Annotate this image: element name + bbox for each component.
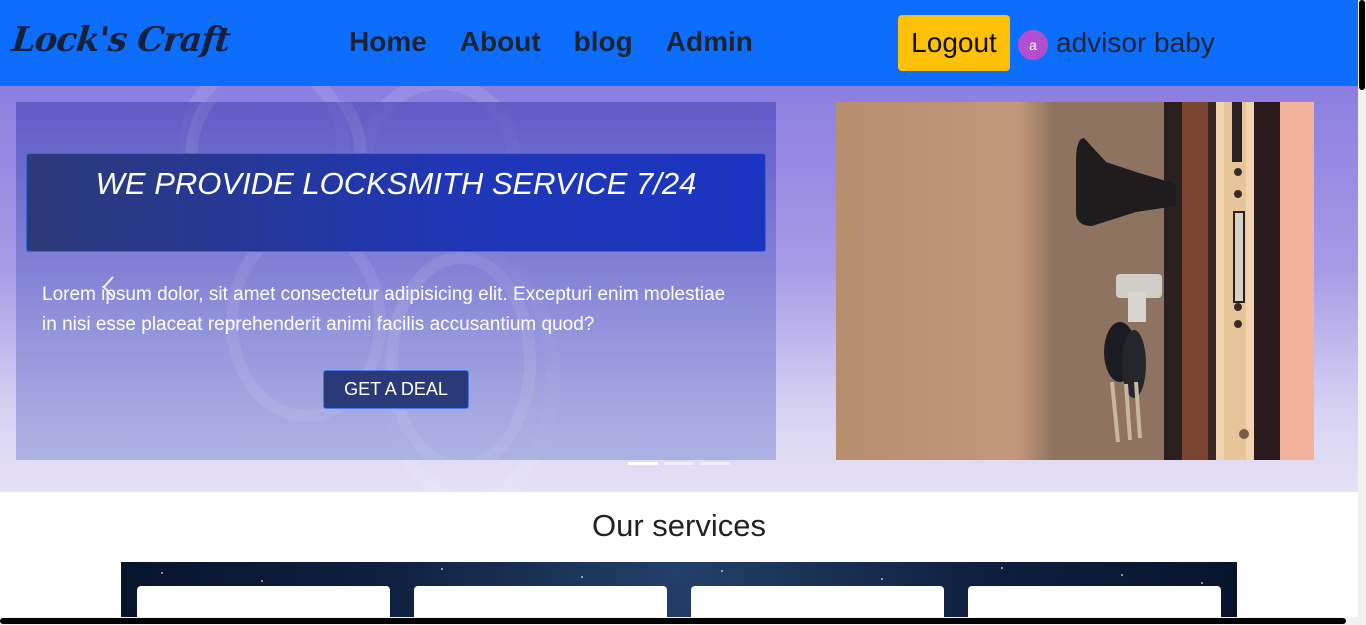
logout-button[interactable]: Logout bbox=[898, 15, 1010, 71]
carousel-indicator-2[interactable] bbox=[664, 462, 694, 465]
username[interactable]: advisor baby bbox=[1056, 27, 1215, 59]
navbar: Lock's Craft Home About blog Admin Logou… bbox=[0, 0, 1358, 86]
nav-link-about[interactable]: About bbox=[460, 26, 541, 58]
hero-carousel[interactable]: WE PROVIDE LOCKSMITH SERVICE 7/24 Lorem … bbox=[16, 102, 776, 460]
slide-text: Lorem ipsum dolor, sit amet consectetur … bbox=[42, 284, 726, 335]
slide-title: WE PROVIDE LOCKSMITH SERVICE 7/24 bbox=[95, 166, 697, 201]
get-a-deal-button[interactable]: GET A DEAL bbox=[323, 370, 469, 409]
nav-links: Home About blog Admin bbox=[349, 26, 753, 58]
carousel-indicator-3[interactable] bbox=[700, 462, 730, 465]
horizontal-scrollbar-thumb[interactable] bbox=[0, 618, 1346, 624]
services-panel bbox=[121, 562, 1237, 617]
door-lock-image bbox=[836, 102, 1314, 460]
services-title: Our services bbox=[592, 508, 766, 543]
chevron-left-icon[interactable] bbox=[94, 272, 124, 302]
service-card-2[interactable] bbox=[414, 586, 667, 617]
carousel-indicator-1[interactable] bbox=[628, 462, 658, 465]
horizontal-scrollbar[interactable] bbox=[0, 617, 1358, 625]
vertical-scrollbar[interactable] bbox=[1358, 0, 1366, 625]
service-card-1[interactable] bbox=[137, 586, 390, 617]
avatar[interactable]: a bbox=[1018, 30, 1048, 60]
nav-link-admin[interactable]: Admin bbox=[666, 26, 753, 58]
hero-section: WE PROVIDE LOCKSMITH SERVICE 7/24 Lorem … bbox=[0, 86, 1358, 492]
carousel-indicators bbox=[628, 462, 730, 465]
caption-box: WE PROVIDE LOCKSMITH SERVICE 7/24 bbox=[26, 153, 766, 252]
nav-link-home[interactable]: Home bbox=[349, 26, 427, 58]
brand-logo[interactable]: Lock's Craft bbox=[10, 20, 232, 60]
service-card-4[interactable] bbox=[968, 586, 1221, 617]
service-card-3[interactable] bbox=[691, 586, 944, 617]
vertical-scrollbar-thumb[interactable] bbox=[1359, 0, 1365, 90]
nav-link-blog[interactable]: blog bbox=[574, 26, 633, 58]
